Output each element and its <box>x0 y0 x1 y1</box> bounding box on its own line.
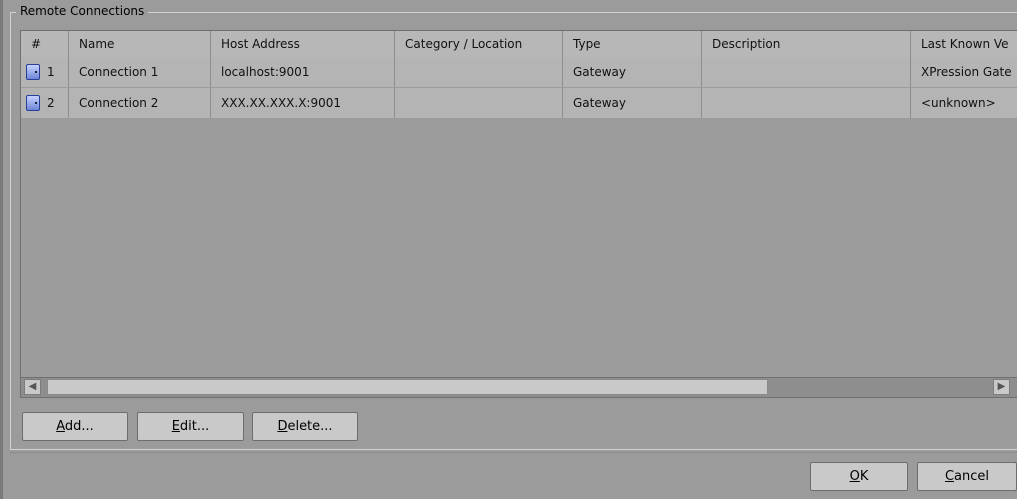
row-last-known-version[interactable]: <unknown> <box>911 88 1017 118</box>
row-number-cell[interactable]: 1 <box>21 57 69 87</box>
row-number: 1 <box>47 65 55 79</box>
col-header-category-location[interactable]: Category / Location <box>395 31 563 57</box>
row-host-address[interactable]: localhost:9001 <box>211 57 395 87</box>
row-number-cell[interactable]: 2 <box>21 88 69 118</box>
remote-connections-dialog: Remote Connections # Name Host Address C… <box>0 0 1017 499</box>
cancel-button[interactable]: Cancel <box>917 462 1017 491</box>
connections-table[interactable]: # Name Host Address Category / Location … <box>20 30 1017 398</box>
connection-icon <box>26 95 40 111</box>
left-edge-shadow <box>0 0 3 499</box>
col-header-type[interactable]: Type <box>563 31 702 57</box>
col-header-last-known-version[interactable]: Last Known Ve <box>911 31 1017 57</box>
row-name[interactable]: Connection 2 <box>69 88 211 118</box>
cancel-label: ancel <box>954 469 990 484</box>
add-mnemonic: A <box>56 419 65 434</box>
horizontal-scrollbar[interactable]: ◀ ▶ <box>21 377 1017 397</box>
delete-mnemonic: D <box>277 419 288 434</box>
col-header-number[interactable]: # <box>21 31 69 57</box>
row-description[interactable] <box>702 57 911 87</box>
table-header: # Name Host Address Category / Location … <box>21 31 1017 58</box>
row-type[interactable]: Gateway <box>563 88 702 118</box>
row-description[interactable] <box>702 88 911 118</box>
connection-icon <box>26 64 40 80</box>
edit-mnemonic: E <box>171 419 180 434</box>
delete-label: elete... <box>287 419 333 434</box>
dialog-separator <box>10 452 1017 453</box>
ok-button[interactable]: OK <box>810 462 908 491</box>
row-last-known-version[interactable]: XPression Gate <box>911 57 1017 87</box>
edit-label: dit... <box>179 419 210 434</box>
row-number: 2 <box>47 96 55 110</box>
group-title: Remote Connections <box>16 4 149 18</box>
table-row[interactable]: 1 Connection 1 localhost:9001 Gateway XP… <box>21 57 1017 88</box>
add-button[interactable]: Add... <box>22 412 128 441</box>
row-category-location[interactable] <box>395 88 563 118</box>
col-header-description[interactable]: Description <box>702 31 911 57</box>
row-name[interactable]: Connection 1 <box>69 57 211 87</box>
table-row[interactable]: 2 Connection 2 XXX.XX.XXX.X:9001 Gateway… <box>21 88 1017 119</box>
ok-mnemonic: O <box>849 469 860 484</box>
row-category-location[interactable] <box>395 57 563 87</box>
col-header-host-address[interactable]: Host Address <box>211 31 395 57</box>
scroll-right-icon[interactable]: ▶ <box>993 379 1010 395</box>
cancel-mnemonic: C <box>944 469 955 484</box>
scrollbar-thumb[interactable] <box>47 379 768 395</box>
ok-label: K <box>859 469 869 484</box>
edit-button[interactable]: Edit... <box>137 412 244 441</box>
row-host-address[interactable]: XXX.XX.XXX.X:9001 <box>211 88 395 118</box>
scroll-left-icon[interactable]: ◀ <box>24 379 41 395</box>
add-label: dd... <box>64 419 94 434</box>
delete-button[interactable]: Delete... <box>252 412 358 441</box>
col-header-name[interactable]: Name <box>69 31 211 57</box>
row-type[interactable]: Gateway <box>563 57 702 87</box>
